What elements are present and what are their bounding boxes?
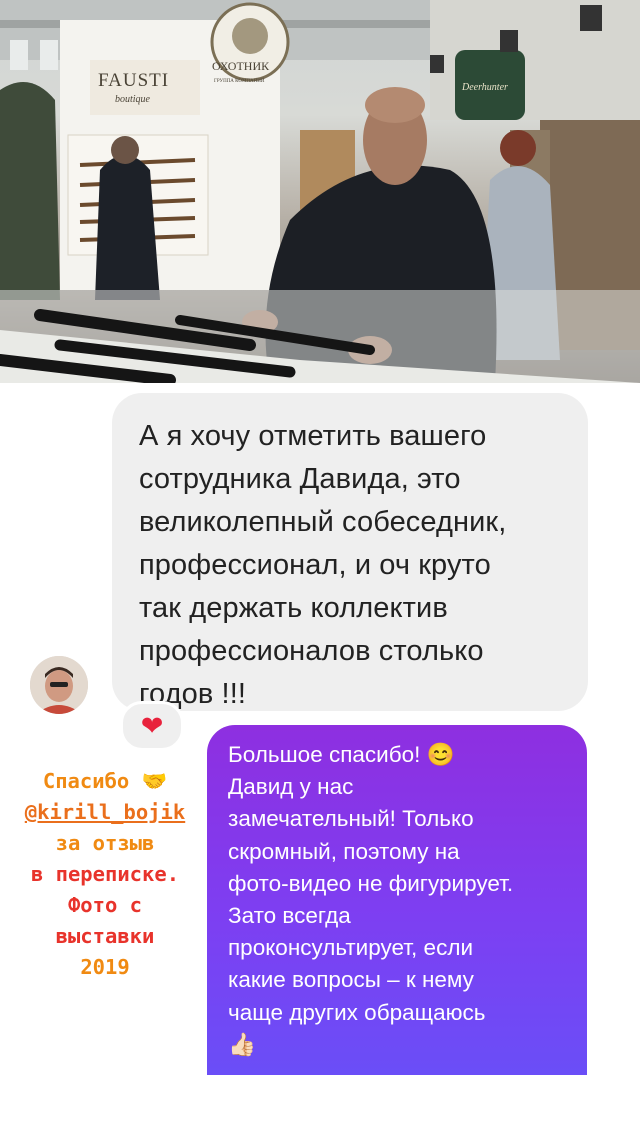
incoming-message-bubble[interactable]: А я хочу отметить вашего сотрудника Дави… (112, 393, 588, 711)
fausti-sign: FAUSTI (98, 70, 169, 91)
caption-line: выставки (55, 924, 155, 948)
caption-year: 2019 (80, 955, 130, 979)
outgoing-message-bubble[interactable]: Большое спасибо! 😊 Давид у нас замечател… (207, 725, 587, 1075)
incoming-message-line: А я хочу отметить вашего (139, 420, 487, 452)
outgoing-message-line: Зато всегда (228, 903, 351, 929)
heart-reaction[interactable]: ❤ (120, 701, 184, 751)
photo-illustration: FAUSTI boutique ОХОТНИК ГРУППА КОМПАНИЙ … (0, 0, 640, 383)
story-caption: Спасибо 🤝 @kirill_bojik за отзыв в переп… (10, 766, 200, 983)
fausti-sub-sign: boutique (115, 94, 151, 105)
thumbs-up-icon: 👍🏻 (228, 1031, 257, 1058)
outgoing-message-line: скромный, поэтому на (228, 838, 460, 864)
incoming-message-line: так держать коллектив (139, 592, 448, 624)
outgoing-message-line: Давид у нас (228, 774, 354, 800)
heart-icon: ❤ (140, 710, 164, 741)
outgoing-message-line: Большое спасибо! 😊 (228, 742, 455, 767)
caption-line: Фото с (67, 893, 143, 917)
incoming-message-line: сотрудника Давида, это (139, 463, 461, 495)
ohotnik-sub-sign: ГРУППА КОМПАНИЙ (214, 78, 265, 84)
outgoing-message-line: замечательный! Только (228, 806, 474, 832)
caption-line: в переписке. (30, 862, 180, 886)
incoming-message-line: великолепный собеседник, (139, 506, 507, 538)
incoming-message-line: годов !!! (139, 678, 247, 710)
caption-user-handle[interactable]: @kirill_bojik (10, 797, 200, 828)
avatar-image (30, 656, 88, 714)
outgoing-message-line: чаще других обращаюсь (228, 999, 486, 1025)
ohotnik-sign: ОХОТНИК (212, 59, 270, 73)
outgoing-message-line: какие вопросы – к нему (228, 967, 474, 993)
incoming-message-line: профессионалов столько (139, 635, 484, 667)
sender-avatar[interactable] (30, 656, 88, 714)
caption-line: за отзыв (55, 831, 155, 855)
incoming-message-line: профессионал, и оч круто (139, 549, 491, 581)
outgoing-message-line: фото-видео не фигурирует. (228, 870, 514, 896)
caption-thanks: Спасибо 🤝 (42, 769, 168, 793)
deerhunter-sign: Deerhunter (461, 82, 508, 93)
outgoing-message-line: проконсультирует, если (228, 935, 474, 961)
exhibition-photo: FAUSTI boutique ОХОТНИК ГРУППА КОМПАНИЙ … (0, 0, 640, 383)
